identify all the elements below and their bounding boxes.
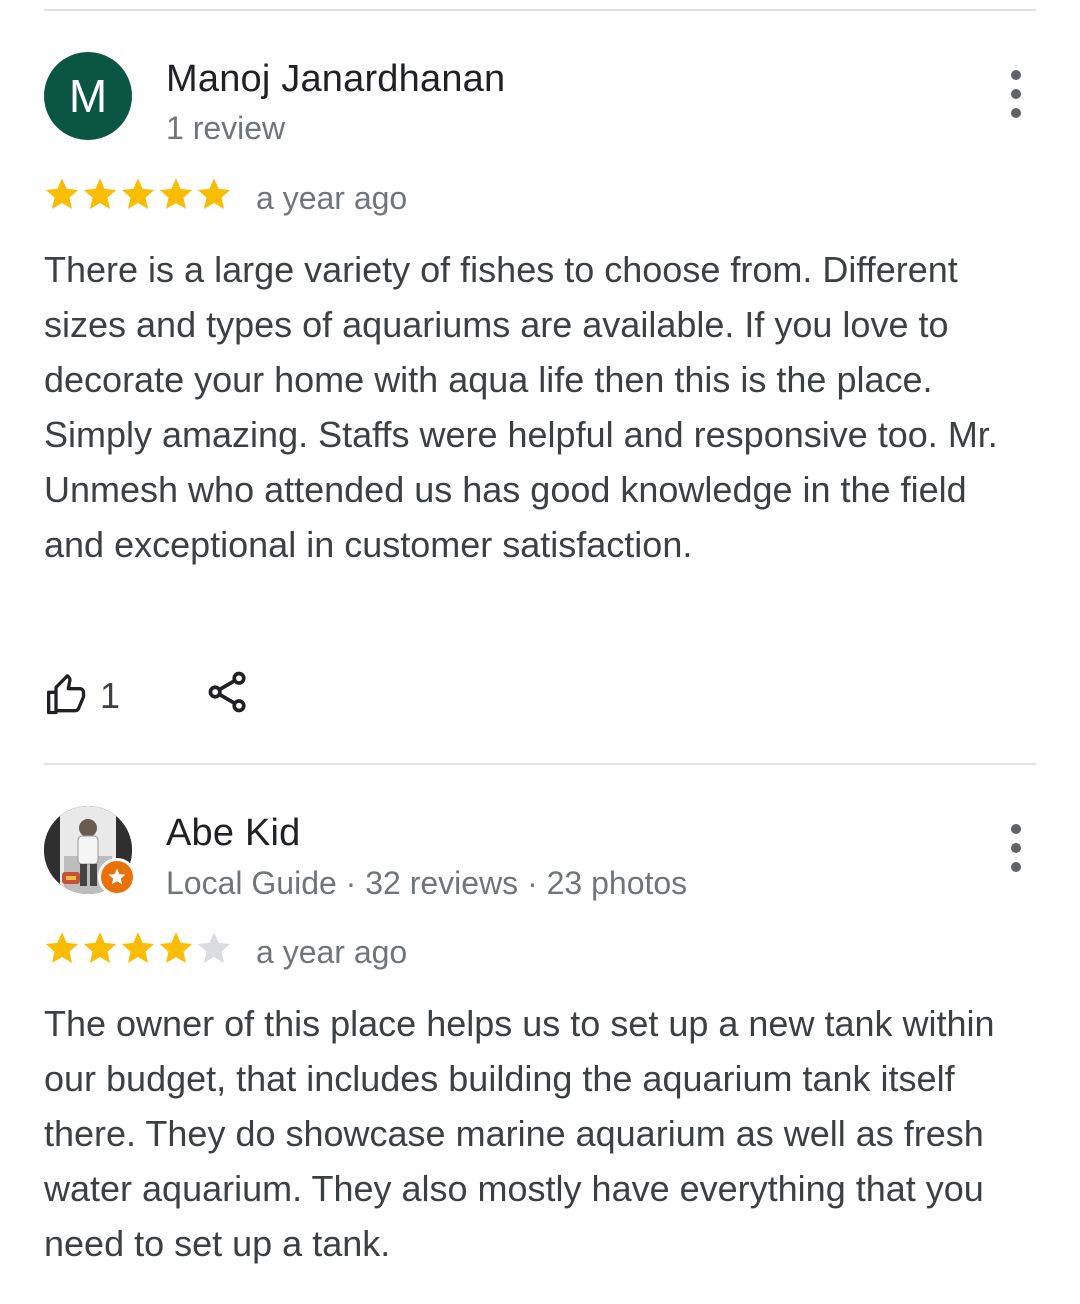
author-meta: 1 review	[166, 110, 286, 146]
star-filled-icon	[121, 178, 155, 209]
star-filled-icon	[197, 178, 231, 209]
star-filled-icon	[83, 932, 117, 963]
star-filled-icon	[121, 932, 155, 963]
more-vert-icon-dot	[1011, 108, 1021, 118]
local-guide-badge-icon	[98, 858, 136, 896]
review-time: a year ago	[256, 180, 408, 216]
share-button[interactable]	[206, 670, 250, 719]
author-meta: Local Guide · 32 reviews · 23 photos	[166, 865, 688, 901]
more-vert-icon-dot	[1011, 862, 1021, 872]
star-filled-icon	[45, 178, 79, 209]
avatar-letter: M	[68, 70, 108, 122]
review-text: There is a large variety of fishes to ch…	[44, 249, 998, 565]
more-vert-icon	[1011, 70, 1021, 80]
star-rating	[44, 930, 232, 966]
star-empty-icon	[197, 932, 231, 963]
avatar[interactable]	[44, 806, 136, 896]
more-vert-icon	[1011, 824, 1021, 834]
star-filled-icon	[159, 178, 193, 209]
avatar[interactable]: M	[44, 52, 132, 140]
more-options-button[interactable]	[1000, 824, 1032, 872]
author-name[interactable]: Manoj Janardhanan	[166, 58, 505, 101]
star-filled-icon	[159, 932, 193, 963]
author-name[interactable]: Abe Kid	[166, 812, 301, 855]
review-divider	[44, 763, 1036, 765]
more-options-button[interactable]	[1000, 70, 1032, 118]
thumbs-up-icon	[47, 674, 86, 715]
review-text: The owner of this place helps us to set …	[44, 1003, 995, 1264]
review-time: a year ago	[256, 934, 408, 970]
star-filled-icon	[45, 932, 79, 963]
like-count: 1	[100, 675, 121, 716]
star-rating	[44, 176, 232, 212]
top-divider	[44, 9, 1036, 11]
more-vert-icon-dot	[1011, 843, 1021, 853]
star-filled-icon	[83, 178, 117, 209]
more-vert-icon-dot	[1011, 89, 1021, 99]
share-icon	[208, 671, 246, 713]
like-button[interactable]: 1	[44, 674, 120, 718]
